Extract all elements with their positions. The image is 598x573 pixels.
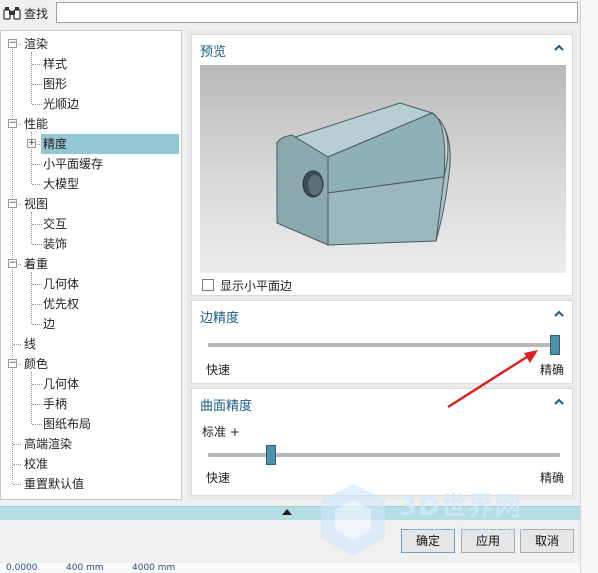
tree-item[interactable]: − 渲染 [1, 34, 181, 54]
tree-item-label: 性能 [24, 117, 49, 131]
tree-item-label: 高端渲染 [24, 437, 73, 451]
tree-item[interactable]: 图形 [1, 74, 181, 94]
tree-connector-line [13, 344, 21, 345]
tree-item[interactable]: − 性能 [1, 114, 181, 134]
status-value: 0.0000 [6, 563, 38, 573]
apply-button[interactable]: 应用 [461, 529, 515, 553]
tree-item[interactable]: 几何体 [1, 274, 181, 294]
annotation-arrow [447, 350, 538, 409]
tree-item[interactable]: 装饰 [1, 234, 181, 254]
tree-item-label: 几何体 [43, 377, 80, 391]
status-bar: 0.0000 400 mm 4000 mm [0, 563, 580, 573]
preview-viewport[interactable] [200, 65, 566, 273]
tree-item[interactable]: − 视图 [1, 194, 181, 214]
tree-item[interactable]: 图纸布局 [1, 414, 181, 434]
show-facet-edges-label: 显示小平面边 [220, 279, 293, 293]
binoculars-icon [2, 4, 22, 22]
tree-item-label: 小平面缓存 [43, 157, 104, 171]
preview-title: 预览 [200, 45, 227, 60]
ok-button[interactable]: 确定 [401, 529, 455, 553]
expand-toggle-icon[interactable]: − [8, 199, 17, 208]
surface-precision-min-label: 快速 [206, 471, 231, 485]
tree-item[interactable]: 重置默认值 [1, 474, 181, 494]
tree-item[interactable]: 校准 [1, 454, 181, 474]
preview-section: 预览 显示小平面边 [191, 34, 573, 296]
edge-precision-slider-thumb[interactable] [550, 335, 560, 355]
tree-item-label: 图形 [43, 77, 68, 91]
tree-item[interactable]: 手柄 [1, 394, 181, 414]
tree-item-label: 几何体 [43, 277, 80, 291]
tree-item-label: 装饰 [43, 237, 68, 251]
surface-precision-level-label: 标准 + [202, 425, 240, 439]
tree-item[interactable]: 高端渲染 [1, 434, 181, 454]
expand-toggle-icon[interactable]: − [8, 359, 17, 368]
tree-item-label: 交互 [43, 217, 68, 231]
tree-item-label: 着重 [24, 257, 49, 271]
tree-item[interactable]: 几何体 [1, 374, 181, 394]
tree-item[interactable]: 光顺边 [1, 94, 181, 114]
tree-item[interactable]: 小平面缓存 [1, 154, 181, 174]
tree-item-label: 光顺边 [43, 97, 80, 111]
tree-item-label: 大模型 [43, 177, 80, 191]
tree-item[interactable]: 大模型 [1, 174, 181, 194]
tree-item[interactable]: 边 [1, 314, 181, 334]
surface-precision-slider-thumb[interactable] [266, 445, 277, 465]
tree-item-label: 重置默认值 [24, 477, 85, 491]
tree-item-label: 颜色 [24, 357, 49, 371]
tree-connector-line [13, 464, 21, 465]
search-input[interactable] [56, 2, 578, 23]
edge-precision-max-label: 精确 [539, 363, 564, 377]
expand-toggle-icon[interactable]: − [8, 259, 17, 268]
tree-item-label: 校准 [24, 457, 49, 471]
tree-item-label: 精度 [41, 134, 179, 154]
surface-precision-slider-track[interactable] [208, 453, 560, 457]
model-preview-image [275, 102, 451, 246]
status-value: 400 mm [66, 563, 104, 573]
tree-connector-line [13, 484, 21, 485]
status-value: 4000 mm [132, 563, 176, 573]
collapse-icon[interactable] [552, 307, 566, 321]
tree-item[interactable]: − 着重 [1, 254, 181, 274]
edge-precision-title: 边精度 [200, 311, 240, 326]
tree-item[interactable]: 样式 [1, 54, 181, 74]
tree-item-label: 优先权 [43, 297, 80, 311]
tree-item[interactable]: − 颜色 [1, 354, 181, 374]
tree-item[interactable]: 优先权 [1, 294, 181, 314]
tree-item-label: 视图 [24, 197, 49, 211]
tree-item-label: 手柄 [43, 397, 68, 411]
expand-toggle-icon[interactable]: − [8, 39, 17, 48]
tree-connector-line [13, 444, 21, 445]
surface-precision-title: 曲面精度 [200, 399, 253, 414]
background-window-edge [580, 0, 598, 573]
show-facet-edges-checkbox[interactable] [202, 279, 214, 291]
tree-item[interactable]: 线 [1, 334, 181, 354]
collapse-up-arrow-icon[interactable] [282, 509, 292, 515]
expand-toggle-icon[interactable]: + [27, 139, 36, 148]
tree-item-label: 图纸布局 [43, 417, 92, 431]
tree-item-label: 样式 [43, 57, 68, 71]
tree-item[interactable]: + 精度 [1, 134, 181, 154]
collapse-icon[interactable] [552, 41, 566, 55]
tree-item-label: 边 [43, 317, 56, 331]
settings-panel: 预览 显示小平面边 边精度 快速 精确 曲面精度 标准 + 快速 精确 [187, 30, 577, 500]
edge-precision-min-label: 快速 [206, 363, 231, 377]
expand-toggle-icon[interactable]: − [8, 119, 17, 128]
category-tree[interactable]: − 渲染 样式 图形 光顺边 − 性能 + 精度 小平面缓存 大模型 − 视图 交互 装饰 − 着重 几何体 优先权… [0, 30, 182, 500]
collapse-icon[interactable] [552, 395, 566, 409]
tree-item-label: 线 [24, 337, 37, 351]
cancel-button[interactable]: 取消 [520, 529, 574, 553]
surface-precision-max-label: 精确 [539, 471, 564, 485]
tree-item-label: 渲染 [24, 37, 49, 51]
search-label: 查找 [24, 6, 49, 21]
tree-item[interactable]: 交互 [1, 214, 181, 234]
